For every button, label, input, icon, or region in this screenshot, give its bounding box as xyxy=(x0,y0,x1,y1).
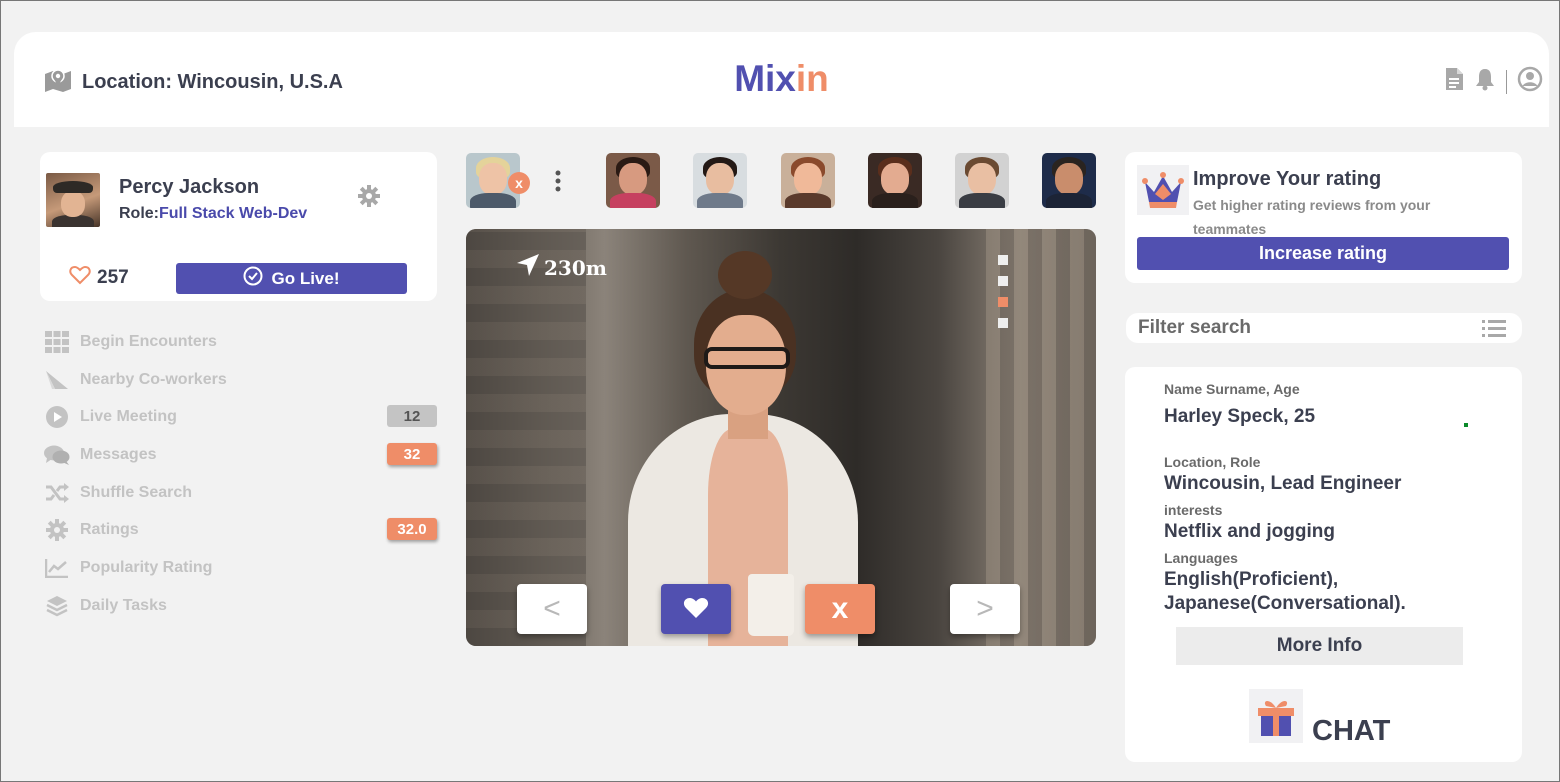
sidebar-item-label: Live Meeting xyxy=(80,408,177,426)
location-role-value: Wincousin, Lead Engineer xyxy=(1164,473,1402,494)
filter-search-bar xyxy=(1126,313,1522,343)
header-divider xyxy=(1506,69,1507,94)
crown-icon xyxy=(1137,165,1189,215)
sidebar-item-label: Nearby Co-workers xyxy=(80,370,227,388)
profile-photo-card[interactable]: 230m < x > xyxy=(466,229,1096,646)
rating-subtitle: Get higher rating reviews from your team… xyxy=(1193,197,1431,237)
sidebar-item-live-meeting[interactable]: Live Meeting 12 xyxy=(44,398,444,436)
like-button[interactable] xyxy=(661,584,731,634)
location-arrow-icon xyxy=(516,253,540,282)
avatar[interactable] xyxy=(46,173,100,227)
languages-value-line1: English(Proficient), xyxy=(1164,569,1339,590)
layers-icon xyxy=(44,595,70,617)
more-options-icon[interactable] xyxy=(550,168,566,199)
sidebar-item-ratings[interactable]: Ratings 32.0 xyxy=(44,511,444,549)
likes-counter: 257 xyxy=(69,265,129,291)
user-profile-icon[interactable] xyxy=(1517,66,1543,97)
role-label: Role: xyxy=(119,205,159,222)
go-live-label: Go Live! xyxy=(271,268,340,288)
sidebar-item-label: Ratings xyxy=(80,521,139,539)
brand-part-mix: Mix xyxy=(734,58,796,99)
photo-dot-active[interactable] xyxy=(998,297,1008,307)
header-actions xyxy=(1444,66,1543,97)
gear-icon xyxy=(44,519,70,542)
online-indicator xyxy=(1464,423,1468,427)
heart-outline-icon xyxy=(69,265,91,291)
interests-label: interests xyxy=(1164,502,1223,518)
sidebar-item-label: Popularity Rating xyxy=(80,558,213,576)
sidebar-item-label: Shuffle Search xyxy=(80,483,193,501)
sidebar-item-label: Messages xyxy=(80,445,157,463)
shuffle-icon xyxy=(44,482,70,503)
chat-bubbles-icon xyxy=(44,444,70,466)
photo-dot[interactable] xyxy=(998,276,1008,286)
interests-value: Netflix and jogging xyxy=(1164,521,1335,542)
list-view-icon[interactable] xyxy=(1482,320,1506,343)
languages-value-line2: Japanese(Conversational). xyxy=(1164,593,1406,614)
role-value: Full Stack Web-Dev xyxy=(159,205,308,222)
photo-dot[interactable] xyxy=(998,255,1008,265)
languages-label: Languages xyxy=(1164,550,1238,566)
heart-icon xyxy=(683,596,709,623)
more-info-button[interactable]: More Info xyxy=(1176,627,1463,665)
filter-search-input[interactable] xyxy=(1138,316,1458,340)
sidebar-item-shuffle-search[interactable]: Shuffle Search xyxy=(44,474,444,512)
increase-rating-button[interactable]: Increase rating xyxy=(1137,237,1509,270)
story-avatar-5[interactable] xyxy=(955,153,1009,208)
rating-card: Improve Your rating Get higher rating re… xyxy=(1125,152,1522,283)
distance-text: 230m xyxy=(544,255,607,280)
dismiss-button[interactable]: x xyxy=(805,584,875,634)
location-text: Location: Wincousin, U.S.A xyxy=(82,71,343,93)
ratings-badge: 32.0 xyxy=(387,518,437,541)
next-button[interactable]: > xyxy=(950,584,1020,634)
send-icon xyxy=(44,370,70,390)
profile-name: Percy Jackson xyxy=(119,176,260,198)
rating-title: Improve Your rating xyxy=(1193,168,1382,190)
profile-role: Role:Full Stack Web-Dev xyxy=(119,205,307,223)
gift-icon[interactable] xyxy=(1249,689,1303,743)
photo-pager[interactable] xyxy=(998,255,1008,328)
document-icon[interactable] xyxy=(1444,67,1464,96)
story-avatar-4[interactable] xyxy=(868,153,922,208)
live-meeting-badge: 12 xyxy=(387,405,437,428)
photo-dot[interactable] xyxy=(998,318,1008,328)
sidebar-item-begin-encounters[interactable]: Begin Encounters xyxy=(44,323,444,361)
chat-label[interactable]: CHAT xyxy=(1312,715,1390,748)
bell-icon[interactable] xyxy=(1474,67,1496,96)
sidebar-item-messages[interactable]: Messages 32 xyxy=(44,436,444,474)
top-header: Location: Wincousin, U.S.A Mixin xyxy=(14,32,1549,127)
story-close-button[interactable]: x xyxy=(508,172,530,194)
distance-indicator: 230m xyxy=(516,253,607,282)
story-avatar-2[interactable] xyxy=(693,153,747,208)
profile-info-card: Name Surname, Age Harley Speck, 25 Locat… xyxy=(1125,367,1522,762)
messages-badge: 32 xyxy=(387,443,437,466)
location-display: Location: Wincousin, U.S.A xyxy=(44,68,343,97)
grid-icon xyxy=(44,330,70,353)
sidebar-item-label: Begin Encounters xyxy=(80,332,217,350)
story-avatar-3[interactable] xyxy=(781,153,835,208)
brand-part-in: in xyxy=(795,58,829,99)
sidebar-item-label: Daily Tasks xyxy=(80,596,167,614)
go-live-button[interactable]: Go Live! xyxy=(176,263,407,294)
profile-card: Percy Jackson Role:Full Stack Web-Dev 25… xyxy=(40,152,437,301)
story-avatar-6[interactable] xyxy=(1042,153,1096,208)
location-role-label: Location, Role xyxy=(1164,454,1261,470)
sidebar-item-popularity-rating[interactable]: Popularity Rating xyxy=(44,549,444,587)
map-icon xyxy=(44,68,72,97)
chart-icon xyxy=(44,558,70,578)
likes-count: 257 xyxy=(97,267,129,288)
sidebar-item-daily-tasks[interactable]: Daily Tasks xyxy=(44,587,444,625)
name-label: Name Surname, Age xyxy=(1164,381,1300,397)
name-value: Harley Speck, 25 xyxy=(1164,406,1316,427)
story-avatar-1[interactable] xyxy=(606,153,660,208)
sidebar-menu: Begin Encounters Nearby Co-workers Live … xyxy=(44,323,444,625)
sidebar-item-nearby-coworkers[interactable]: Nearby Co-workers xyxy=(44,361,444,399)
check-circle-icon xyxy=(243,266,263,291)
play-icon xyxy=(44,406,70,429)
previous-button[interactable]: < xyxy=(517,584,587,634)
settings-gear-icon[interactable] xyxy=(358,185,380,212)
